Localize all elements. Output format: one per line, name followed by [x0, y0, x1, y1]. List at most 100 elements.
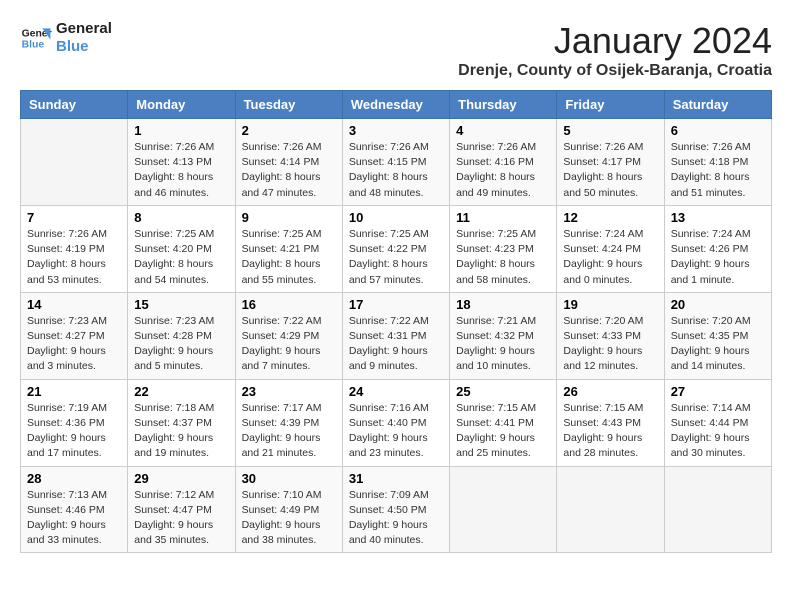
day-number: 22 [134, 384, 228, 399]
calendar-day-cell: 16 Sunrise: 7:22 AMSunset: 4:29 PMDayligh… [235, 292, 342, 379]
day-info: Sunrise: 7:09 AMSunset: 4:50 PMDaylight:… [349, 488, 443, 549]
day-number: 28 [27, 471, 121, 486]
weekday-header-cell: Friday [557, 91, 664, 119]
day-info: Sunrise: 7:12 AMSunset: 4:47 PMDaylight:… [134, 488, 228, 549]
day-info: Sunrise: 7:24 AMSunset: 4:26 PMDaylight:… [671, 227, 765, 288]
calendar-day-cell: 24 Sunrise: 7:16 AMSunset: 4:40 PMDayligh… [342, 379, 449, 466]
day-info: Sunrise: 7:25 AMSunset: 4:22 PMDaylight:… [349, 227, 443, 288]
calendar-day-cell: 10 Sunrise: 7:25 AMSunset: 4:22 PMDayligh… [342, 205, 449, 292]
day-info: Sunrise: 7:18 AMSunset: 4:37 PMDaylight:… [134, 401, 228, 462]
calendar-day-cell: 28 Sunrise: 7:13 AMSunset: 4:46 PMDayligh… [21, 466, 128, 553]
day-info: Sunrise: 7:22 AMSunset: 4:29 PMDaylight:… [242, 314, 336, 375]
day-number: 23 [242, 384, 336, 399]
day-info: Sunrise: 7:25 AMSunset: 4:20 PMDaylight:… [134, 227, 228, 288]
day-info: Sunrise: 7:20 AMSunset: 4:35 PMDaylight:… [671, 314, 765, 375]
day-number: 10 [349, 210, 443, 225]
calendar-day-cell: 9Sunrise: 7:25 AMSunset: 4:21 PMDaylight… [235, 205, 342, 292]
day-info: Sunrise: 7:22 AMSunset: 4:31 PMDaylight:… [349, 314, 443, 375]
day-number: 12 [563, 210, 657, 225]
calendar-day-cell: 23 Sunrise: 7:17 AMSunset: 4:39 PMDayligh… [235, 379, 342, 466]
calendar-day-cell: 14 Sunrise: 7:23 AMSunset: 4:27 PMDayligh… [21, 292, 128, 379]
calendar-day-cell: 19Sunrise: 7:20 AMSunset: 4:33 PMDayligh… [557, 292, 664, 379]
day-number: 26 [563, 384, 657, 399]
calendar-day-cell: 20Sunrise: 7:20 AMSunset: 4:35 PMDayligh… [664, 292, 771, 379]
day-number: 7 [27, 210, 121, 225]
day-info: Sunrise: 7:16 AMSunset: 4:40 PMDaylight:… [349, 401, 443, 462]
day-info: Sunrise: 7:13 AMSunset: 4:46 PMDaylight:… [27, 488, 121, 549]
calendar-day-cell: 8Sunrise: 7:25 AMSunset: 4:20 PMDaylight… [128, 205, 235, 292]
calendar-day-cell: 11Sunrise: 7:25 AMSunset: 4:23 PMDayligh… [450, 205, 557, 292]
day-info: Sunrise: 7:23 AMSunset: 4:28 PMDaylight:… [134, 314, 228, 375]
calendar-day-cell: 6 Sunrise: 7:26 AMSunset: 4:18 PMDaylight… [664, 119, 771, 206]
day-number: 17 [349, 297, 443, 312]
calendar-week-row: 21Sunrise: 7:19 AMSunset: 4:36 PMDayligh… [21, 379, 772, 466]
day-info: Sunrise: 7:26 AMSunset: 4:16 PMDaylight:… [456, 140, 550, 201]
day-number: 15 [134, 297, 228, 312]
day-info: Sunrise: 7:14 AMSunset: 4:44 PMDaylight:… [671, 401, 765, 462]
calendar-day-cell [450, 466, 557, 553]
day-number: 24 [349, 384, 443, 399]
weekday-header-cell: Thursday [450, 91, 557, 119]
calendar-day-cell: 30 Sunrise: 7:10 AMSunset: 4:49 PMDayligh… [235, 466, 342, 553]
calendar-day-cell: 25 Sunrise: 7:15 AMSunset: 4:41 PMDayligh… [450, 379, 557, 466]
logo: General Blue General Blue [20, 20, 112, 56]
calendar-day-cell: 1Sunrise: 7:26 AMSunset: 4:13 PMDaylight… [128, 119, 235, 206]
calendar-day-cell: 22 Sunrise: 7:18 AMSunset: 4:37 PMDayligh… [128, 379, 235, 466]
weekday-header-row: SundayMondayTuesdayWednesdayThursdayFrid… [21, 91, 772, 119]
day-number: 5 [563, 123, 657, 138]
day-number: 1 [134, 123, 228, 138]
calendar-day-cell: 18Sunrise: 7:21 AMSunset: 4:32 PMDayligh… [450, 292, 557, 379]
day-info: Sunrise: 7:17 AMSunset: 4:39 PMDaylight:… [242, 401, 336, 462]
calendar-day-cell [21, 119, 128, 206]
calendar-day-cell: 5 Sunrise: 7:26 AMSunset: 4:17 PMDaylight… [557, 119, 664, 206]
calendar-week-row: 28 Sunrise: 7:13 AMSunset: 4:46 PMDayligh… [21, 466, 772, 553]
month-title: January 2024 [458, 20, 772, 62]
calendar-day-cell: 4 Sunrise: 7:26 AMSunset: 4:16 PMDaylight… [450, 119, 557, 206]
title-area: January 2024 Drenje, County of Osijek-Ba… [458, 20, 772, 80]
calendar-day-cell: 15 Sunrise: 7:23 AMSunset: 4:28 PMDayligh… [128, 292, 235, 379]
day-number: 31 [349, 471, 443, 486]
day-number: 25 [456, 384, 550, 399]
calendar-day-cell: 21Sunrise: 7:19 AMSunset: 4:36 PMDayligh… [21, 379, 128, 466]
day-number: 27 [671, 384, 765, 399]
day-number: 11 [456, 210, 550, 225]
logo-icon: General Blue [20, 22, 52, 54]
day-info: Sunrise: 7:15 AMSunset: 4:43 PMDaylight:… [563, 401, 657, 462]
day-number: 2 [242, 123, 336, 138]
calendar-week-row: 1Sunrise: 7:26 AMSunset: 4:13 PMDaylight… [21, 119, 772, 206]
day-info: Sunrise: 7:15 AMSunset: 4:41 PMDaylight:… [456, 401, 550, 462]
day-number: 6 [671, 123, 765, 138]
day-number: 16 [242, 297, 336, 312]
day-info: Sunrise: 7:26 AMSunset: 4:17 PMDaylight:… [563, 140, 657, 201]
svg-text:Blue: Blue [22, 40, 45, 51]
calendar-week-row: 7Sunrise: 7:26 AMSunset: 4:19 PMDaylight… [21, 205, 772, 292]
calendar-day-cell: 13Sunrise: 7:24 AMSunset: 4:26 PMDayligh… [664, 205, 771, 292]
day-number: 9 [242, 210, 336, 225]
day-number: 18 [456, 297, 550, 312]
calendar-table: SundayMondayTuesdayWednesdayThursdayFrid… [20, 90, 772, 553]
day-info: Sunrise: 7:24 AMSunset: 4:24 PMDaylight:… [563, 227, 657, 288]
day-number: 30 [242, 471, 336, 486]
calendar-day-cell: 27 Sunrise: 7:14 AMSunset: 4:44 PMDayligh… [664, 379, 771, 466]
day-number: 4 [456, 123, 550, 138]
calendar-day-cell: 12 Sunrise: 7:24 AMSunset: 4:24 PMDayligh… [557, 205, 664, 292]
calendar-day-cell: 17 Sunrise: 7:22 AMSunset: 4:31 PMDayligh… [342, 292, 449, 379]
calendar-day-cell [557, 466, 664, 553]
calendar-day-cell: 3 Sunrise: 7:26 AMSunset: 4:15 PMDaylight… [342, 119, 449, 206]
day-info: Sunrise: 7:23 AMSunset: 4:27 PMDaylight:… [27, 314, 121, 375]
weekday-header-cell: Tuesday [235, 91, 342, 119]
day-info: Sunrise: 7:10 AMSunset: 4:49 PMDaylight:… [242, 488, 336, 549]
calendar-day-cell: 29 Sunrise: 7:12 AMSunset: 4:47 PMDayligh… [128, 466, 235, 553]
day-info: Sunrise: 7:26 AMSunset: 4:15 PMDaylight:… [349, 140, 443, 201]
day-number: 3 [349, 123, 443, 138]
day-info: Sunrise: 7:20 AMSunset: 4:33 PMDaylight:… [563, 314, 657, 375]
day-info: Sunrise: 7:26 AMSunset: 4:14 PMDaylight:… [242, 140, 336, 201]
day-number: 29 [134, 471, 228, 486]
logo-text-blue: Blue [56, 38, 112, 56]
calendar-day-cell: 7Sunrise: 7:26 AMSunset: 4:19 PMDaylight… [21, 205, 128, 292]
day-info: Sunrise: 7:19 AMSunset: 4:36 PMDaylight:… [27, 401, 121, 462]
day-info: Sunrise: 7:26 AMSunset: 4:18 PMDaylight:… [671, 140, 765, 201]
day-number: 14 [27, 297, 121, 312]
calendar-body: 1Sunrise: 7:26 AMSunset: 4:13 PMDaylight… [21, 119, 772, 553]
calendar-day-cell: 26 Sunrise: 7:15 AMSunset: 4:43 PMDayligh… [557, 379, 664, 466]
